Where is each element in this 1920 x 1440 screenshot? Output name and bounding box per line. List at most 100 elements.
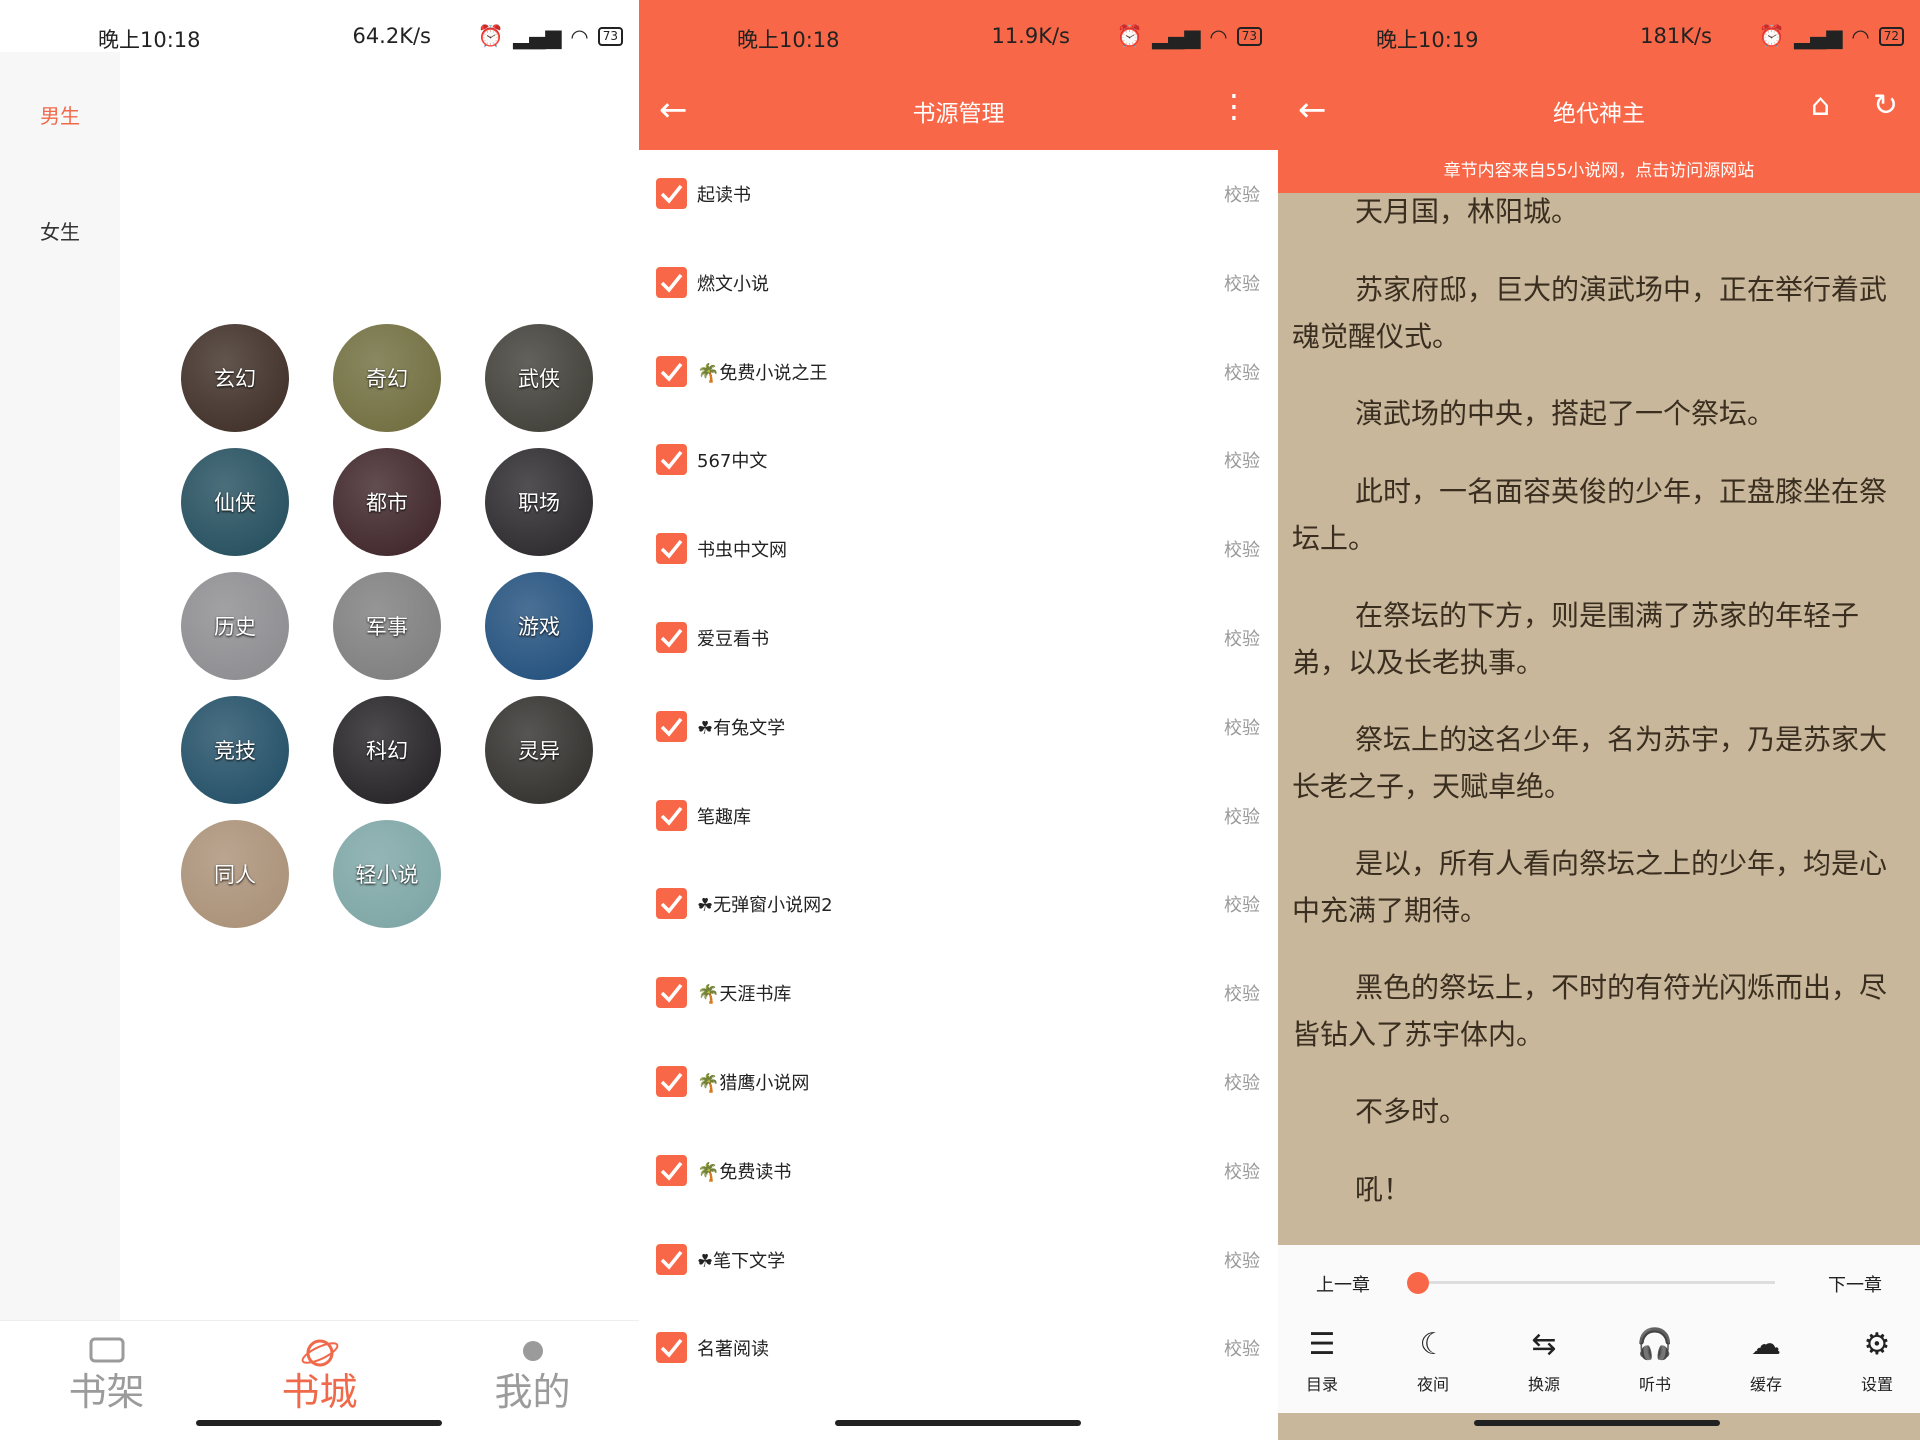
verify-button[interactable]: 校验 bbox=[1224, 1158, 1260, 1184]
source-name: 🌴猎鹰小说网 bbox=[697, 1073, 810, 1094]
toolbar-cloud-download-button[interactable]: ☁ 缓存 bbox=[1726, 1325, 1806, 1395]
genre-item[interactable]: 军事 bbox=[333, 572, 441, 680]
next-chapter-button[interactable]: 下一章 bbox=[1828, 1271, 1882, 1297]
checkbox-checked[interactable] bbox=[656, 710, 687, 742]
source-notice-link[interactable]: 章节内容来自55小说网，点击访问源网站 bbox=[1278, 150, 1920, 193]
genre-label: 科幻 bbox=[366, 739, 408, 763]
verify-button[interactable]: 校验 bbox=[1224, 447, 1260, 473]
wifi-icon: ◠ bbox=[1851, 24, 1870, 49]
verify-button[interactable]: 校验 bbox=[1224, 1069, 1260, 1095]
genre-item[interactable]: 灵异 bbox=[485, 696, 593, 804]
source-row[interactable]: 🌴天涯书库 校验 bbox=[639, 949, 1278, 1037]
swap-icon: ⇆ bbox=[1531, 1327, 1557, 1362]
genre-item[interactable]: 科幻 bbox=[333, 696, 441, 804]
verify-button[interactable]: 校验 bbox=[1224, 625, 1260, 651]
toolbar-label: 缓存 bbox=[1749, 1375, 1782, 1394]
genre-item[interactable]: 职场 bbox=[485, 448, 593, 556]
chapter-paragraph: 吼！ bbox=[1355, 1173, 1412, 1206]
genre-item[interactable]: 武侠 bbox=[485, 324, 593, 432]
toolbar-gear-button[interactable]: ⚙ 设置 bbox=[1837, 1325, 1917, 1395]
category-female[interactable]: 女生 bbox=[0, 216, 120, 245]
source-name: 🌴天涯书库 bbox=[697, 984, 792, 1006]
checkbox-checked[interactable] bbox=[656, 444, 687, 476]
checkbox-checked[interactable] bbox=[656, 1154, 687, 1186]
source-row[interactable]: 名著阅读 校验 bbox=[639, 1304, 1278, 1392]
checkbox-checked[interactable] bbox=[656, 799, 687, 831]
chapter-paragraph: 演武场的中央，搭起了一个祭坛。 bbox=[1355, 397, 1776, 430]
tab-mine[interactable]: 我的 bbox=[426, 1321, 639, 1415]
verify-button[interactable]: 校验 bbox=[1224, 1335, 1260, 1361]
genre-item[interactable]: 游戏 bbox=[485, 572, 593, 680]
alarm-icon: ⏰ bbox=[1758, 24, 1785, 48]
checkbox-checked[interactable] bbox=[656, 977, 687, 1009]
prev-chapter-button[interactable]: 上一章 bbox=[1316, 1271, 1370, 1297]
source-row[interactable]: ☘无弹窗小说网2 校验 bbox=[639, 860, 1278, 948]
genre-item[interactable]: 历史 bbox=[181, 572, 289, 680]
toolbar-list-button[interactable]: ☰ 目录 bbox=[1282, 1325, 1362, 1395]
source-row[interactable]: 起读书 校验 bbox=[639, 150, 1278, 238]
status-icons: ⏰ ▂▄▆ ◠ 73 bbox=[1117, 24, 1262, 49]
verify-button[interactable]: 校验 bbox=[1224, 181, 1260, 207]
source-row[interactable]: 567中文 校验 bbox=[639, 416, 1278, 504]
chapter-paragraph: 祭坛上的这名少年，名为苏宇，乃是苏家大长老之子，天赋卓绝。 bbox=[1292, 723, 1888, 803]
verify-button[interactable]: 校验 bbox=[1224, 891, 1260, 917]
progress-track[interactable] bbox=[1419, 1281, 1775, 1284]
progress-slider-knob[interactable] bbox=[1407, 1272, 1429, 1294]
check-icon bbox=[660, 717, 683, 737]
source-name: 🌴免费小说之王 bbox=[697, 362, 828, 384]
genre-item[interactable]: 轻小说 bbox=[333, 820, 441, 928]
verify-button[interactable]: 校验 bbox=[1224, 1247, 1260, 1273]
verify-button[interactable]: 校验 bbox=[1224, 980, 1260, 1006]
tab-bookshelf[interactable]: 书架 bbox=[0, 1321, 213, 1415]
checkbox-checked[interactable] bbox=[656, 533, 687, 565]
source-row[interactable]: ☘有兔文学 校验 bbox=[639, 683, 1278, 771]
tag-icon[interactable]: ⌂ bbox=[1811, 86, 1830, 126]
genre-item[interactable]: 都市 bbox=[333, 448, 441, 556]
checkbox-checked[interactable] bbox=[656, 622, 687, 653]
source-name: ☘笔下文学 bbox=[697, 1250, 786, 1272]
genre-label: 奇幻 bbox=[366, 367, 408, 391]
toolbar-headphones-button[interactable]: 🎧 听书 bbox=[1615, 1325, 1695, 1395]
toolbar-swap-button[interactable]: ⇆ 换源 bbox=[1504, 1325, 1584, 1395]
checkbox-checked[interactable] bbox=[656, 888, 687, 920]
checkbox-checked[interactable] bbox=[656, 178, 687, 209]
verify-button[interactable]: 校验 bbox=[1224, 359, 1260, 385]
verify-button[interactable]: 校验 bbox=[1224, 714, 1260, 740]
genre-item[interactable]: 玄幻 bbox=[181, 324, 289, 432]
source-name: 爱豆看书 bbox=[697, 629, 769, 650]
toolbar-moon-button[interactable]: ☾ 夜间 bbox=[1393, 1325, 1473, 1395]
more-vert-icon[interactable]: ⋮ bbox=[1218, 86, 1250, 126]
source-name: 567中文 bbox=[697, 451, 768, 473]
genre-item[interactable]: 仙侠 bbox=[181, 448, 289, 556]
chapter-progress: 上一章 下一章 bbox=[1278, 1245, 1920, 1305]
checkbox-checked[interactable] bbox=[656, 1243, 687, 1275]
source-row[interactable]: 书虫中文网 校验 bbox=[639, 505, 1278, 593]
source-row[interactable]: 笔趣库 校验 bbox=[639, 772, 1278, 860]
source-name: ☘有兔文学 bbox=[697, 717, 786, 739]
refresh-icon[interactable]: ↻ bbox=[1873, 86, 1898, 126]
signal-icon: ▂▄▆ bbox=[1793, 24, 1843, 49]
source-row[interactable]: 🌴免费小说之王 校验 bbox=[639, 328, 1278, 416]
genre-item[interactable]: 竞技 bbox=[181, 696, 289, 804]
chapter-paragraph: 不多时。 bbox=[1355, 1095, 1468, 1128]
app-bar: ← 绝代神主 ⌂ ↻ bbox=[1278, 72, 1920, 150]
checkbox-checked[interactable] bbox=[656, 1332, 687, 1364]
verify-button[interactable]: 校验 bbox=[1224, 803, 1260, 829]
verify-button[interactable]: 校验 bbox=[1224, 270, 1260, 296]
source-row[interactable]: 🌴猎鹰小说网 校验 bbox=[639, 1038, 1278, 1126]
source-row[interactable]: ☘笔下文学 校验 bbox=[639, 1216, 1278, 1304]
source-row[interactable]: 燃文小说 校验 bbox=[639, 239, 1278, 327]
source-row[interactable]: 🌴免费读书 校验 bbox=[639, 1127, 1278, 1215]
genre-item[interactable]: 同人 bbox=[181, 820, 289, 928]
verify-button[interactable]: 校验 bbox=[1224, 536, 1260, 562]
checkbox-checked[interactable] bbox=[656, 266, 687, 298]
category-male[interactable]: 男生 bbox=[0, 100, 120, 129]
checkbox-checked[interactable] bbox=[656, 355, 687, 387]
source-name: 燃文小说 bbox=[697, 273, 769, 295]
checkbox-checked[interactable] bbox=[656, 1066, 687, 1097]
chapter-paragraph: 苏家府邸，巨大的演武场中，正在举行着武魂觉醒仪式。 bbox=[1292, 273, 1888, 353]
genre-item[interactable]: 奇幻 bbox=[333, 324, 441, 432]
check-icon bbox=[660, 184, 683, 204]
tab-bookstore[interactable]: 书城 bbox=[213, 1321, 426, 1415]
source-row[interactable]: 爱豆看书 校验 bbox=[639, 594, 1278, 682]
